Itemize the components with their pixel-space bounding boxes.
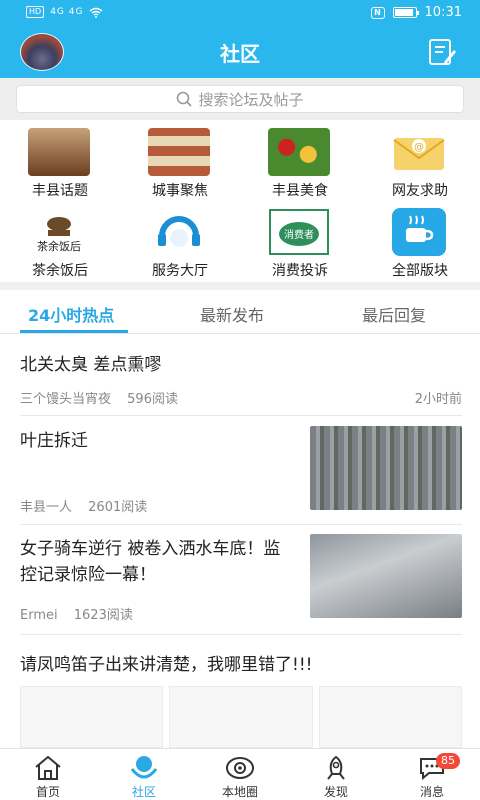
bottom-nav: 首页 社区 本地圈 发现 85 消息 — [0, 748, 480, 800]
category-label: 城事聚焦 — [152, 183, 208, 199]
status-bar: HD 4G 4G N 10:31 — [0, 0, 480, 26]
nfc-icon: N — [370, 6, 385, 19]
community-icon — [130, 756, 158, 779]
post-image-strip[interactable] — [20, 686, 462, 748]
active-tab-indicator — [20, 330, 128, 333]
consumer-icon: 消费者 — [268, 208, 330, 256]
nav-messages[interactable]: 85 消息 — [384, 749, 480, 800]
post-author: 丰县一人 — [20, 500, 73, 515]
post-reads: 1623阅读 — [73, 608, 133, 623]
coffee-image-icon — [28, 128, 90, 176]
leisure-logo-text: 茶余饭后 — [37, 239, 81, 253]
search-input[interactable]: 搜索论坛及帖子 — [16, 85, 464, 113]
nav-label: 本地圈 — [221, 785, 258, 799]
post-meta: 三个馒头当宵夜 596阅读 — [20, 388, 462, 407]
post-title: 北关太臭 差点熏嘐 — [20, 355, 162, 375]
category-consumer-complaint[interactable]: 消费者 消费投诉 — [240, 200, 360, 280]
section-divider — [0, 282, 480, 290]
category-fengxian-topics[interactable]: 丰县话题 — [0, 120, 120, 200]
eye-icon — [226, 757, 254, 779]
category-service-hall[interactable]: 服务大厅 — [120, 200, 240, 280]
post-title: 请凤鸣笛子出来讲清楚，我哪里错了!!! — [20, 655, 313, 675]
post-image — [169, 686, 313, 748]
cup-icon — [392, 208, 446, 256]
tab-latest[interactable]: 最新发布 — [200, 302, 264, 326]
post-meta: 丰县一人 2601阅读 — [20, 496, 290, 515]
hd-indicator: HD — [26, 6, 45, 18]
search-placeholder: 搜索论坛及帖子 — [198, 90, 304, 109]
unread-badge: 85 — [436, 753, 460, 769]
post-item[interactable]: 北关太臭 差点熏嘐 — [20, 352, 462, 378]
tab-24h-hot[interactable]: 24小时热点 — [28, 302, 114, 326]
post-separator — [20, 524, 462, 525]
status-right: N 10:31 — [370, 5, 462, 20]
post-image — [318, 686, 462, 748]
category-label: 丰县美食 — [272, 183, 328, 199]
nav-label: 社区 — [131, 785, 156, 799]
post-title: 叶庄拆迁 — [20, 431, 88, 451]
news-image-icon — [148, 128, 210, 176]
category-city-focus[interactable]: 城事聚焦 — [120, 120, 240, 200]
post-meta: Ermei 1623阅读 — [20, 604, 295, 623]
headset-icon — [158, 216, 200, 247]
rocket-icon — [327, 755, 345, 780]
teapot-icon: 茶余饭后 — [28, 208, 90, 256]
app-header: 社区 — [0, 26, 480, 78]
nav-label: 首页 — [35, 785, 60, 799]
wifi-icon — [90, 7, 103, 18]
nav-home[interactable]: 首页 — [0, 749, 96, 800]
category-label: 全部版块 — [392, 263, 448, 279]
post-author: 三个馒头当宵夜 — [20, 392, 112, 407]
post-author: Ermei — [20, 608, 58, 623]
post-meta-row: 丰县一人 2601阅读 — [20, 496, 290, 515]
post-thumbnail[interactable] — [310, 534, 462, 618]
status-left: HD 4G 4G — [26, 6, 103, 18]
post-item[interactable]: 请凤鸣笛子出来讲清楚，我哪里错了!!! — [20, 652, 462, 678]
post-title: 女子骑车逆行 被卷入洒水车底！监控记录惊险一幕！ — [20, 539, 281, 585]
category-fengxian-food[interactable]: 丰县美食 — [240, 120, 360, 200]
category-label: 丰县话题 — [32, 183, 88, 199]
food-image-icon — [268, 128, 330, 176]
category-label: 消费投诉 — [272, 263, 328, 279]
post-item[interactable]: 女子骑车逆行 被卷入洒水车底！监控记录惊险一幕！ — [20, 536, 295, 588]
battery-fill — [394, 9, 413, 16]
post-meta-row: 三个馒头当宵夜 596阅读 2小时前 — [20, 388, 462, 407]
post-thumbnail[interactable] — [310, 426, 462, 510]
battery-icon — [392, 7, 419, 18]
status-time: 10:31 — [424, 5, 462, 20]
consumer-logo-text: 消费者 — [284, 228, 314, 241]
category-label: 服务大厅 — [152, 263, 208, 279]
mail-icon: @ — [393, 138, 445, 170]
post-separator — [20, 634, 462, 635]
category-label: 茶余饭后 — [32, 263, 88, 279]
home-icon — [35, 755, 61, 780]
signal-icon: 4G 4G — [50, 7, 84, 17]
category-label: 网友求助 — [392, 183, 448, 199]
svg-text:@: @ — [414, 142, 424, 153]
post-time: 2小时前 — [414, 392, 462, 407]
nav-community[interactable]: 社区 — [96, 749, 192, 800]
feed-tabs: 24小时热点 最新发布 最后回复 — [0, 290, 480, 334]
post-meta-row: Ermei 1623阅读 — [20, 604, 295, 623]
search-bar-area: 搜索论坛及帖子 — [0, 78, 480, 120]
post-reads: 2601阅读 — [88, 500, 148, 515]
compose-icon[interactable] — [426, 36, 458, 68]
nav-label: 发现 — [323, 785, 348, 799]
category-netizen-help[interactable]: @ 网友求助 — [360, 120, 480, 200]
category-leisure[interactable]: 茶余饭后 茶余饭后 — [0, 200, 120, 280]
page-title: 社区 — [220, 42, 260, 66]
post-separator — [20, 415, 462, 416]
post-image — [20, 686, 164, 748]
tab-last-reply[interactable]: 最后回复 — [362, 302, 426, 326]
nav-label: 消息 — [419, 785, 444, 799]
post-reads: 596阅读 — [127, 392, 178, 407]
search-icon — [177, 91, 193, 107]
category-all-boards[interactable]: 全部版块 — [360, 200, 480, 280]
nav-discover[interactable]: 发现 — [288, 749, 384, 800]
post-item[interactable]: 叶庄拆迁 — [20, 428, 290, 454]
nav-local-circle[interactable]: 本地圈 — [192, 749, 288, 800]
category-grid: 丰县话题 城事聚焦 丰县美食 @ 网友求助 茶余饭后 茶余饭后 服务大厅 消费者… — [0, 120, 480, 280]
